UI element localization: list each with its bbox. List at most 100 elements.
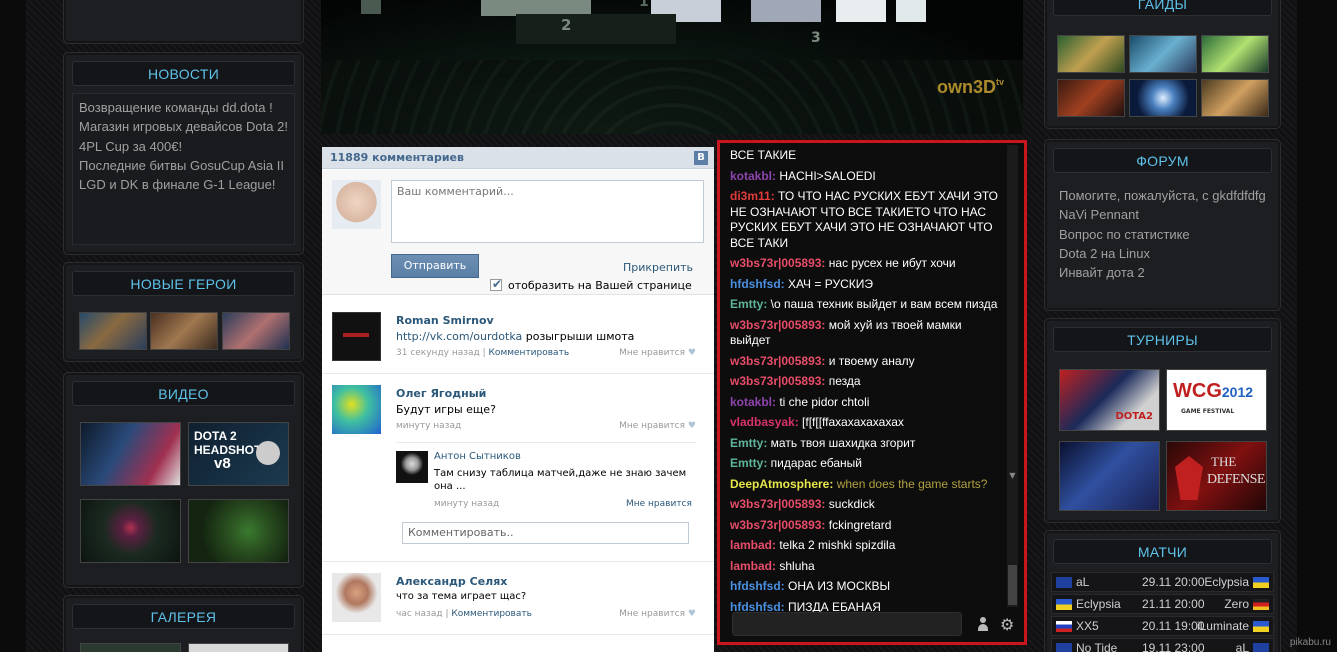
show-on-page-checkbox[interactable]: ✔ xyxy=(490,277,503,291)
chat-username[interactable]: w3bs73r|005893: xyxy=(730,518,825,532)
banner-year: 2012 xyxy=(566,0,590,4)
attach-link[interactable]: Прикрепить xyxy=(623,261,693,274)
guide-thumb-5[interactable] xyxy=(1129,79,1197,117)
chat-username[interactable]: Emtty: xyxy=(730,297,767,311)
comment-link[interactable]: Комментировать xyxy=(451,609,532,619)
match-row[interactable]: Eclypsia 21.11 20:00 Zero xyxy=(1051,594,1274,614)
video-thumb-2[interactable]: DOTA 2 HEADSHOT v8 xyxy=(188,422,289,486)
chat-username[interactable]: Emtty: xyxy=(730,436,767,450)
like-button[interactable]: Мне нравится xyxy=(619,609,685,619)
tournament-dota2[interactable]: DOTA2 xyxy=(1059,369,1160,431)
reply-author[interactable]: Антон Сытников xyxy=(434,451,521,462)
news-item[interactable]: Возвращение команды dd.dota ! xyxy=(79,98,288,117)
tournament-wcg[interactable]: WCG2012 GAME FESTIVAL xyxy=(1166,369,1267,431)
post-text: Будут игры еще? xyxy=(396,403,496,416)
post-author[interactable]: Александр Селях xyxy=(396,575,507,588)
chat-username[interactable]: vladbasyak: xyxy=(730,415,799,429)
chat-username[interactable]: lambad: xyxy=(730,559,776,573)
guide-thumb-6[interactable] xyxy=(1201,79,1269,117)
forum-item[interactable]: NaVi Pennant xyxy=(1059,205,1269,224)
chat-username[interactable]: Emtty: xyxy=(730,456,767,470)
match-row[interactable]: XX5 20.11 19:00 iLuminate xyxy=(1051,616,1274,636)
reply-like-button[interactable]: Мне нравится xyxy=(626,499,692,509)
settings-gear-icon[interactable]: ⚙ xyxy=(1000,615,1014,634)
chat-username[interactable]: hfdshfsd: xyxy=(730,579,785,593)
forum-item[interactable]: Вопрос по статистике xyxy=(1059,225,1269,244)
stage-platform xyxy=(516,14,676,44)
comment-link[interactable]: Комментировать xyxy=(489,348,570,358)
video-thumb-2-text: DOTA 2 HEADSHOT v8 xyxy=(194,429,261,471)
stream-video[interactable]: 2012 2 3 1 own3Dtv xyxy=(321,0,1023,134)
like-button[interactable]: Мне нравится xyxy=(619,421,685,431)
chat-username[interactable]: kotakbl: xyxy=(730,169,776,183)
video-thumb-1[interactable] xyxy=(80,422,181,486)
guide-thumb-4[interactable] xyxy=(1057,79,1125,117)
video-thumb-3[interactable] xyxy=(80,499,181,563)
scroll-down-icon[interactable]: ▼ xyxy=(1007,472,1018,480)
checkmark-icon: ✔ xyxy=(492,277,503,291)
tournament-defense[interactable]: THE DEFENSE xyxy=(1166,441,1267,511)
chat-username[interactable]: di3m11: xyxy=(730,189,775,203)
defense-the: THE xyxy=(1211,454,1237,469)
chat-text: fckingretard xyxy=(825,517,892,532)
gallery-thumb-2[interactable] xyxy=(188,643,289,652)
reply-input[interactable]: Комментировать.. xyxy=(402,522,689,544)
vk-logo-icon[interactable]: B xyxy=(694,151,708,165)
chat-username[interactable]: hfdshfsd: xyxy=(730,277,785,291)
guide-thumb-2[interactable] xyxy=(1129,35,1197,73)
hero-thumb-3[interactable] xyxy=(222,312,290,350)
guide-thumb-3[interactable] xyxy=(1201,35,1269,73)
chat-username[interactable]: w3bs73r|005893: xyxy=(730,374,825,388)
chat-input[interactable] xyxy=(732,612,962,636)
reply-time[interactable]: минуту назад xyxy=(434,499,499,509)
forum-item[interactable]: Dota 2 на Linux xyxy=(1059,244,1269,263)
new-heroes-title: НОВЫЕ ГЕРОИ xyxy=(72,271,295,296)
news-item[interactable]: Последние битвы GosuCup Asia II xyxy=(79,156,288,175)
heart-icon[interactable]: ♥ xyxy=(688,348,696,358)
news-item[interactable]: 4PL Cup за 400€! xyxy=(79,137,288,156)
chat-message: w3bs73r|005893: fckingretard xyxy=(730,518,998,534)
user-icon[interactable] xyxy=(976,616,990,632)
chat-scrollbar-thumb[interactable] xyxy=(1008,565,1017,605)
hero-thumb-1[interactable] xyxy=(79,312,147,350)
chat-username[interactable]: lambad: xyxy=(730,538,776,552)
match-row[interactable]: No Tide 19.11 23:00 aL xyxy=(1051,638,1274,652)
post-author[interactable]: Roman Smirnov xyxy=(396,314,494,327)
hero-thumb-2[interactable] xyxy=(150,312,218,350)
guide-thumb-1[interactable] xyxy=(1057,35,1125,73)
video-thumb-4[interactable] xyxy=(188,499,289,563)
news-item[interactable]: Магазин игровых девайсов Dota 2! xyxy=(79,117,288,136)
like-button[interactable]: Мне нравится xyxy=(619,348,685,358)
post-author[interactable]: Олег Ягодный xyxy=(396,387,486,400)
post-time[interactable]: час назад xyxy=(396,609,443,619)
chat-username[interactable]: w3bs73r|005893: xyxy=(730,256,825,270)
chat-username[interactable]: w3bs73r|005893: xyxy=(730,497,825,511)
post-time[interactable]: 31 секунду назад xyxy=(396,348,480,358)
forum-item[interactable]: Помогите, пожалуйста, с gkdfdfdfg xyxy=(1059,186,1269,205)
send-button[interactable]: Отправить xyxy=(391,254,479,278)
heart-icon[interactable]: ♥ xyxy=(688,609,696,619)
chat-text: telka 2 mishki spizdila xyxy=(776,538,896,552)
gallery-thumb-1[interactable] xyxy=(80,643,181,652)
chat-scrollbar[interactable]: ▼ xyxy=(1007,145,1018,607)
news-item[interactable]: LGD и DK в финале G-1 League! xyxy=(79,175,288,194)
comments-count[interactable]: 11889 комментариев xyxy=(330,151,464,164)
chat-message: di3m11: ТО ЧТО НАС РУСКИХ ЕБУТ ХАЧИ ЭТО … xyxy=(730,189,998,251)
team1-flag-icon xyxy=(1056,621,1072,632)
chat-username[interactable]: DeepAtmosphere: xyxy=(730,477,833,491)
forum-item[interactable]: Инвайт дота 2 xyxy=(1059,263,1269,282)
comment-textarea[interactable]: Ваш комментарий... xyxy=(391,180,704,243)
team1-flag-icon xyxy=(1056,577,1072,588)
comment-post: Александр Селях что за тема играет щас? … xyxy=(322,563,714,635)
chat-username[interactable]: kotakbl: xyxy=(730,395,776,409)
gallery-panel: ГАЛЕРЕЯ xyxy=(63,595,304,652)
tournament-hero[interactable] xyxy=(1059,441,1160,511)
match-team1: No Tide xyxy=(1076,641,1118,652)
chat-message: w3bs73r|005893: нас русех не ибут хочи xyxy=(730,256,998,272)
post-link[interactable]: http://vk.com/ourdotka xyxy=(396,330,522,343)
post-time[interactable]: минуту назад xyxy=(396,421,461,431)
chat-username[interactable]: w3bs73r|005893: xyxy=(730,354,825,368)
chat-username[interactable]: w3bs73r|005893: xyxy=(730,318,825,332)
match-row[interactable]: aL 29.11 20:00 Eclypsia xyxy=(1051,572,1274,592)
heart-icon[interactable]: ♥ xyxy=(688,421,696,431)
